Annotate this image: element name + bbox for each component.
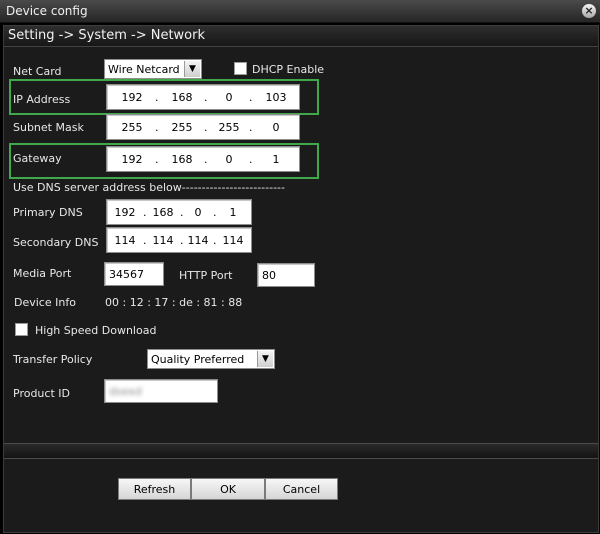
secondary-dns-dot: .: [213, 233, 217, 247]
subnet-mask-field[interactable]: 255 . 255 . 255 . 0: [106, 114, 300, 140]
gateway-field[interactable]: 192 . 168 . 0 . 1: [106, 146, 300, 172]
subnet-octet-1[interactable]: 255: [112, 115, 152, 139]
secondary-dns-dot: .: [143, 233, 147, 247]
subnet-dot: .: [204, 120, 208, 134]
device-info-value: 00 : 12 : 17 : de : 81 : 88: [105, 296, 243, 309]
ip-address-label: IP Address: [13, 93, 71, 106]
primary-dns-dot: .: [143, 205, 147, 219]
primary-dns-label: Primary DNS: [13, 206, 83, 219]
gateway-octet-4[interactable]: 1: [256, 147, 296, 171]
net-card-select[interactable]: Wire Netcard ▼: [104, 59, 202, 79]
subnet-octet-4[interactable]: 0: [256, 115, 296, 139]
ip-dot: .: [249, 90, 253, 104]
media-port-value: 34567: [109, 267, 144, 281]
close-icon[interactable]: ×: [582, 4, 596, 18]
primary-dns-field[interactable]: 192 . 168 . 0 . 1: [106, 199, 252, 225]
subnet-octet-2[interactable]: 255: [162, 115, 202, 139]
separator-bar: [4, 443, 598, 459]
secondary-dns-octet-2[interactable]: 114: [148, 228, 178, 252]
dns-heading: Use DNS server address below------------…: [13, 181, 285, 194]
ok-button[interactable]: OK: [191, 478, 265, 500]
product-id-label: Product ID: [13, 387, 70, 400]
gateway-dot: .: [249, 152, 253, 166]
subnet-dot: .: [155, 120, 159, 134]
network-settings-panel: Setting -> System -> Network Net Card Wi…: [3, 25, 599, 533]
ip-dot: .: [155, 90, 159, 104]
secondary-dns-octet-3[interactable]: 114: [185, 228, 211, 252]
primary-dns-dot: .: [180, 205, 184, 219]
cancel-button[interactable]: Cancel: [265, 478, 338, 500]
primary-dns-octet-1[interactable]: 192: [110, 200, 140, 224]
media-port-label: Media Port: [13, 267, 72, 280]
transfer-policy-select[interactable]: Quality Preferred ▼: [147, 349, 275, 369]
secondary-dns-label: Secondary DNS: [13, 236, 99, 249]
high-speed-download-label: High Speed Download: [35, 324, 157, 337]
gateway-octet-2[interactable]: 168: [162, 147, 202, 171]
gateway-octet-1[interactable]: 192: [112, 147, 152, 171]
breadcrumb: Setting -> System -> Network: [4, 26, 598, 47]
ip-octet-1[interactable]: 192: [112, 85, 152, 109]
product-id-input[interactable]: dsexd: [104, 379, 218, 403]
device-info-label: Device Info: [14, 296, 76, 309]
chevron-down-icon: ▼: [257, 351, 273, 367]
gateway-label: Gateway: [13, 152, 62, 165]
refresh-button[interactable]: Refresh: [118, 478, 191, 500]
subnet-dot: .: [249, 120, 253, 134]
subnet-mask-label: Subnet Mask: [13, 121, 84, 134]
ip-address-field[interactable]: 192 . 168 . 0 . 103: [106, 84, 300, 110]
chevron-down-icon: ▼: [184, 61, 200, 77]
window-titlebar: Device config ×: [0, 0, 600, 23]
gateway-dot: .: [204, 152, 208, 166]
gateway-octet-3[interactable]: 0: [211, 147, 247, 171]
net-card-value: Wire Netcard: [108, 62, 180, 76]
gateway-dot: .: [155, 152, 159, 166]
secondary-dns-dot: .: [180, 233, 184, 247]
product-id-value: dsexd: [109, 384, 142, 398]
secondary-dns-octet-1[interactable]: 114: [110, 228, 140, 252]
transfer-policy-value: Quality Preferred: [151, 352, 245, 366]
dhcp-checkbox[interactable]: [234, 62, 247, 75]
net-card-label: Net Card: [13, 65, 62, 78]
subnet-octet-3[interactable]: 255: [211, 115, 247, 139]
primary-dns-octet-4[interactable]: 1: [218, 200, 248, 224]
http-port-input[interactable]: 80: [257, 263, 315, 287]
transfer-policy-label: Transfer Policy: [13, 353, 93, 366]
dhcp-label: DHCP Enable: [252, 63, 325, 76]
http-port-label: HTTP Port: [179, 269, 233, 282]
breadcrumb-text: Setting -> System -> Network: [8, 28, 205, 43]
ip-dot: .: [204, 90, 208, 104]
secondary-dns-octet-4[interactable]: 114: [218, 228, 248, 252]
secondary-dns-field[interactable]: 114 . 114 . 114 . 114: [106, 227, 252, 253]
ip-octet-4[interactable]: 103: [256, 85, 296, 109]
primary-dns-dot: .: [213, 205, 217, 219]
media-port-input[interactable]: 34567: [104, 262, 164, 286]
ip-octet-3[interactable]: 0: [211, 85, 247, 109]
high-speed-download-checkbox[interactable]: [15, 323, 28, 336]
http-port-value: 80: [262, 268, 276, 282]
ip-octet-2[interactable]: 168: [162, 85, 202, 109]
primary-dns-octet-3[interactable]: 0: [185, 200, 211, 224]
window-title: Device config: [6, 4, 88, 18]
primary-dns-octet-2[interactable]: 168: [148, 200, 178, 224]
